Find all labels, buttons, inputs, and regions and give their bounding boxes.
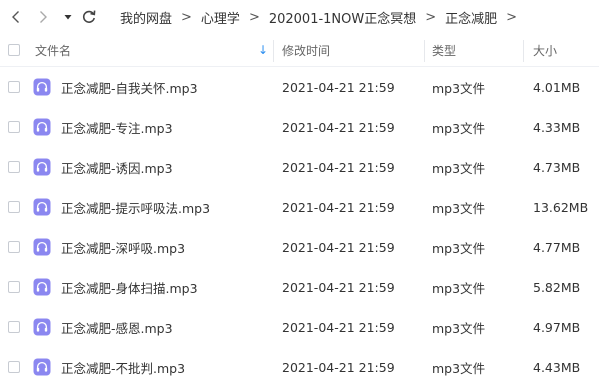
file-modified: 2021-04-21 21:59 [282, 319, 395, 335]
column-separator [424, 40, 425, 62]
breadcrumb-item-psychology[interactable]: 心理学 [201, 8, 240, 27]
history-dropdown-button[interactable] [62, 11, 74, 23]
row-checkbox[interactable] [8, 161, 20, 173]
row-checkbox[interactable] [8, 81, 20, 93]
file-type: mp3文件 [432, 200, 486, 216]
breadcrumb-separator: > [248, 9, 260, 25]
file-type: mp3文件 [432, 280, 486, 296]
chevron-left-icon [12, 11, 19, 23]
file-name[interactable]: 正念减肥-诱因.mp3 [61, 147, 173, 187]
column-header-size-label: 大小 [533, 43, 558, 58]
row-checkbox[interactable] [8, 281, 20, 293]
file-name[interactable]: 正念减肥-身体扫描.mp3 [61, 267, 198, 307]
column-header-type[interactable]: 类型 [432, 34, 522, 66]
sort-arrow-icon: ↓ [258, 43, 269, 57]
audio-file-icon [33, 318, 51, 336]
breadcrumb-item-my-drive[interactable]: 我的网盘 [120, 8, 172, 27]
toolbar: 我的网盘 > 心理学 > 202001-1NOW正念冥想 > 正念减肥 > [0, 0, 599, 34]
table-row[interactable]: 正念减肥-专注.mp3 2021-04-21 21:59 mp3文件 4.33M… [0, 107, 599, 147]
file-modified: 2021-04-21 21:59 [282, 119, 395, 135]
column-header-name[interactable]: 文件名 ↓ [35, 34, 270, 66]
file-list: 正念减肥-自我关怀.mp3 2021-04-21 21:59 mp3文件 4.0… [0, 67, 599, 387]
file-name[interactable]: 正念减肥-感恩.mp3 [61, 307, 173, 347]
file-size: 4.33MB [533, 119, 581, 135]
breadcrumb-item-course-folder[interactable]: 202001-1NOW正念冥想 [269, 8, 416, 27]
table-row[interactable]: 正念减肥-不批判.mp3 2021-04-21 21:59 mp3文件 4.43… [0, 347, 599, 387]
file-size: 4.97MB [533, 319, 581, 335]
caret-down-icon [64, 15, 72, 20]
file-name[interactable]: 正念减肥-深呼吸.mp3 [61, 227, 185, 267]
file-type: mp3文件 [432, 240, 486, 256]
file-modified: 2021-04-21 21:59 [282, 279, 395, 295]
audio-file-icon [33, 118, 51, 136]
select-all-checkbox[interactable] [8, 44, 20, 56]
row-checkbox[interactable] [8, 241, 20, 253]
column-header-modified[interactable]: 修改时间 [282, 34, 422, 66]
table-row[interactable]: 正念减肥-深呼吸.mp3 2021-04-21 21:59 mp3文件 4.77… [0, 227, 599, 267]
table-row[interactable]: 正念减肥-感恩.mp3 2021-04-21 21:59 mp3文件 4.97M… [0, 307, 599, 347]
table-row[interactable]: 正念减肥-身体扫描.mp3 2021-04-21 21:59 mp3文件 5.8… [0, 267, 599, 307]
forward-button[interactable] [35, 9, 51, 25]
breadcrumb-separator: > [181, 9, 192, 25]
column-header-size[interactable]: 大小 [533, 34, 593, 66]
breadcrumb: 我的网盘 > 心理学 > 202001-1NOW正念冥想 > 正念减肥 > [120, 0, 526, 34]
file-name[interactable]: 正念减肥-专注.mp3 [61, 107, 173, 147]
audio-file-icon [33, 78, 51, 96]
file-size: 5.82MB [533, 279, 581, 295]
column-separator [523, 40, 524, 62]
file-type: mp3文件 [432, 80, 486, 96]
refresh-button[interactable] [80, 8, 98, 26]
file-size: 4.73MB [533, 159, 581, 175]
file-name[interactable]: 正念减肥-不批判.mp3 [61, 347, 185, 387]
table-row[interactable]: 正念减肥-诱因.mp3 2021-04-21 21:59 mp3文件 4.73M… [0, 147, 599, 187]
file-modified: 2021-04-21 21:59 [282, 159, 395, 175]
audio-file-icon [33, 358, 51, 376]
row-checkbox[interactable] [8, 201, 20, 213]
column-separator [273, 40, 274, 62]
file-modified: 2021-04-21 21:59 [282, 199, 395, 215]
file-type: mp3文件 [432, 160, 486, 176]
back-button[interactable] [8, 9, 24, 25]
file-modified: 2021-04-21 21:59 [282, 79, 395, 95]
breadcrumb-separator: > [425, 9, 437, 25]
file-list-header: 文件名 ↓ 修改时间 类型 大小 [0, 34, 599, 67]
file-modified: 2021-04-21 21:59 [282, 359, 395, 375]
file-type: mp3文件 [432, 320, 486, 336]
file-name[interactable]: 正念减肥-自我关怀.mp3 [61, 67, 198, 107]
column-header-name-label: 文件名 [35, 43, 72, 58]
file-type: mp3文件 [432, 360, 486, 376]
refresh-icon [83, 10, 96, 23]
row-checkbox[interactable] [8, 321, 20, 333]
audio-file-icon [33, 198, 51, 216]
file-size: 4.43MB [533, 359, 581, 375]
file-size: 4.77MB [533, 239, 581, 255]
audio-file-icon [33, 238, 51, 256]
row-checkbox[interactable] [8, 121, 20, 133]
audio-file-icon [33, 158, 51, 176]
table-row[interactable]: 正念减肥-提示呼吸法.mp3 2021-04-21 21:59 mp3文件 13… [0, 187, 599, 227]
file-size: 4.01MB [533, 79, 581, 95]
breadcrumb-item-current-folder[interactable]: 正念减肥 [445, 8, 497, 27]
file-name[interactable]: 正念减肥-提示呼吸法.mp3 [61, 187, 210, 227]
audio-file-icon [33, 278, 51, 296]
file-size: 13.62MB [533, 199, 589, 215]
chevron-right-icon [40, 11, 47, 23]
column-header-type-label: 类型 [432, 43, 457, 58]
file-modified: 2021-04-21 21:59 [282, 239, 395, 255]
row-checkbox[interactable] [8, 361, 20, 373]
breadcrumb-separator: > [506, 9, 518, 25]
column-header-modified-label: 修改时间 [282, 43, 331, 58]
table-row[interactable]: 正念减肥-自我关怀.mp3 2021-04-21 21:59 mp3文件 4.0… [0, 67, 599, 107]
file-type: mp3文件 [432, 120, 486, 136]
